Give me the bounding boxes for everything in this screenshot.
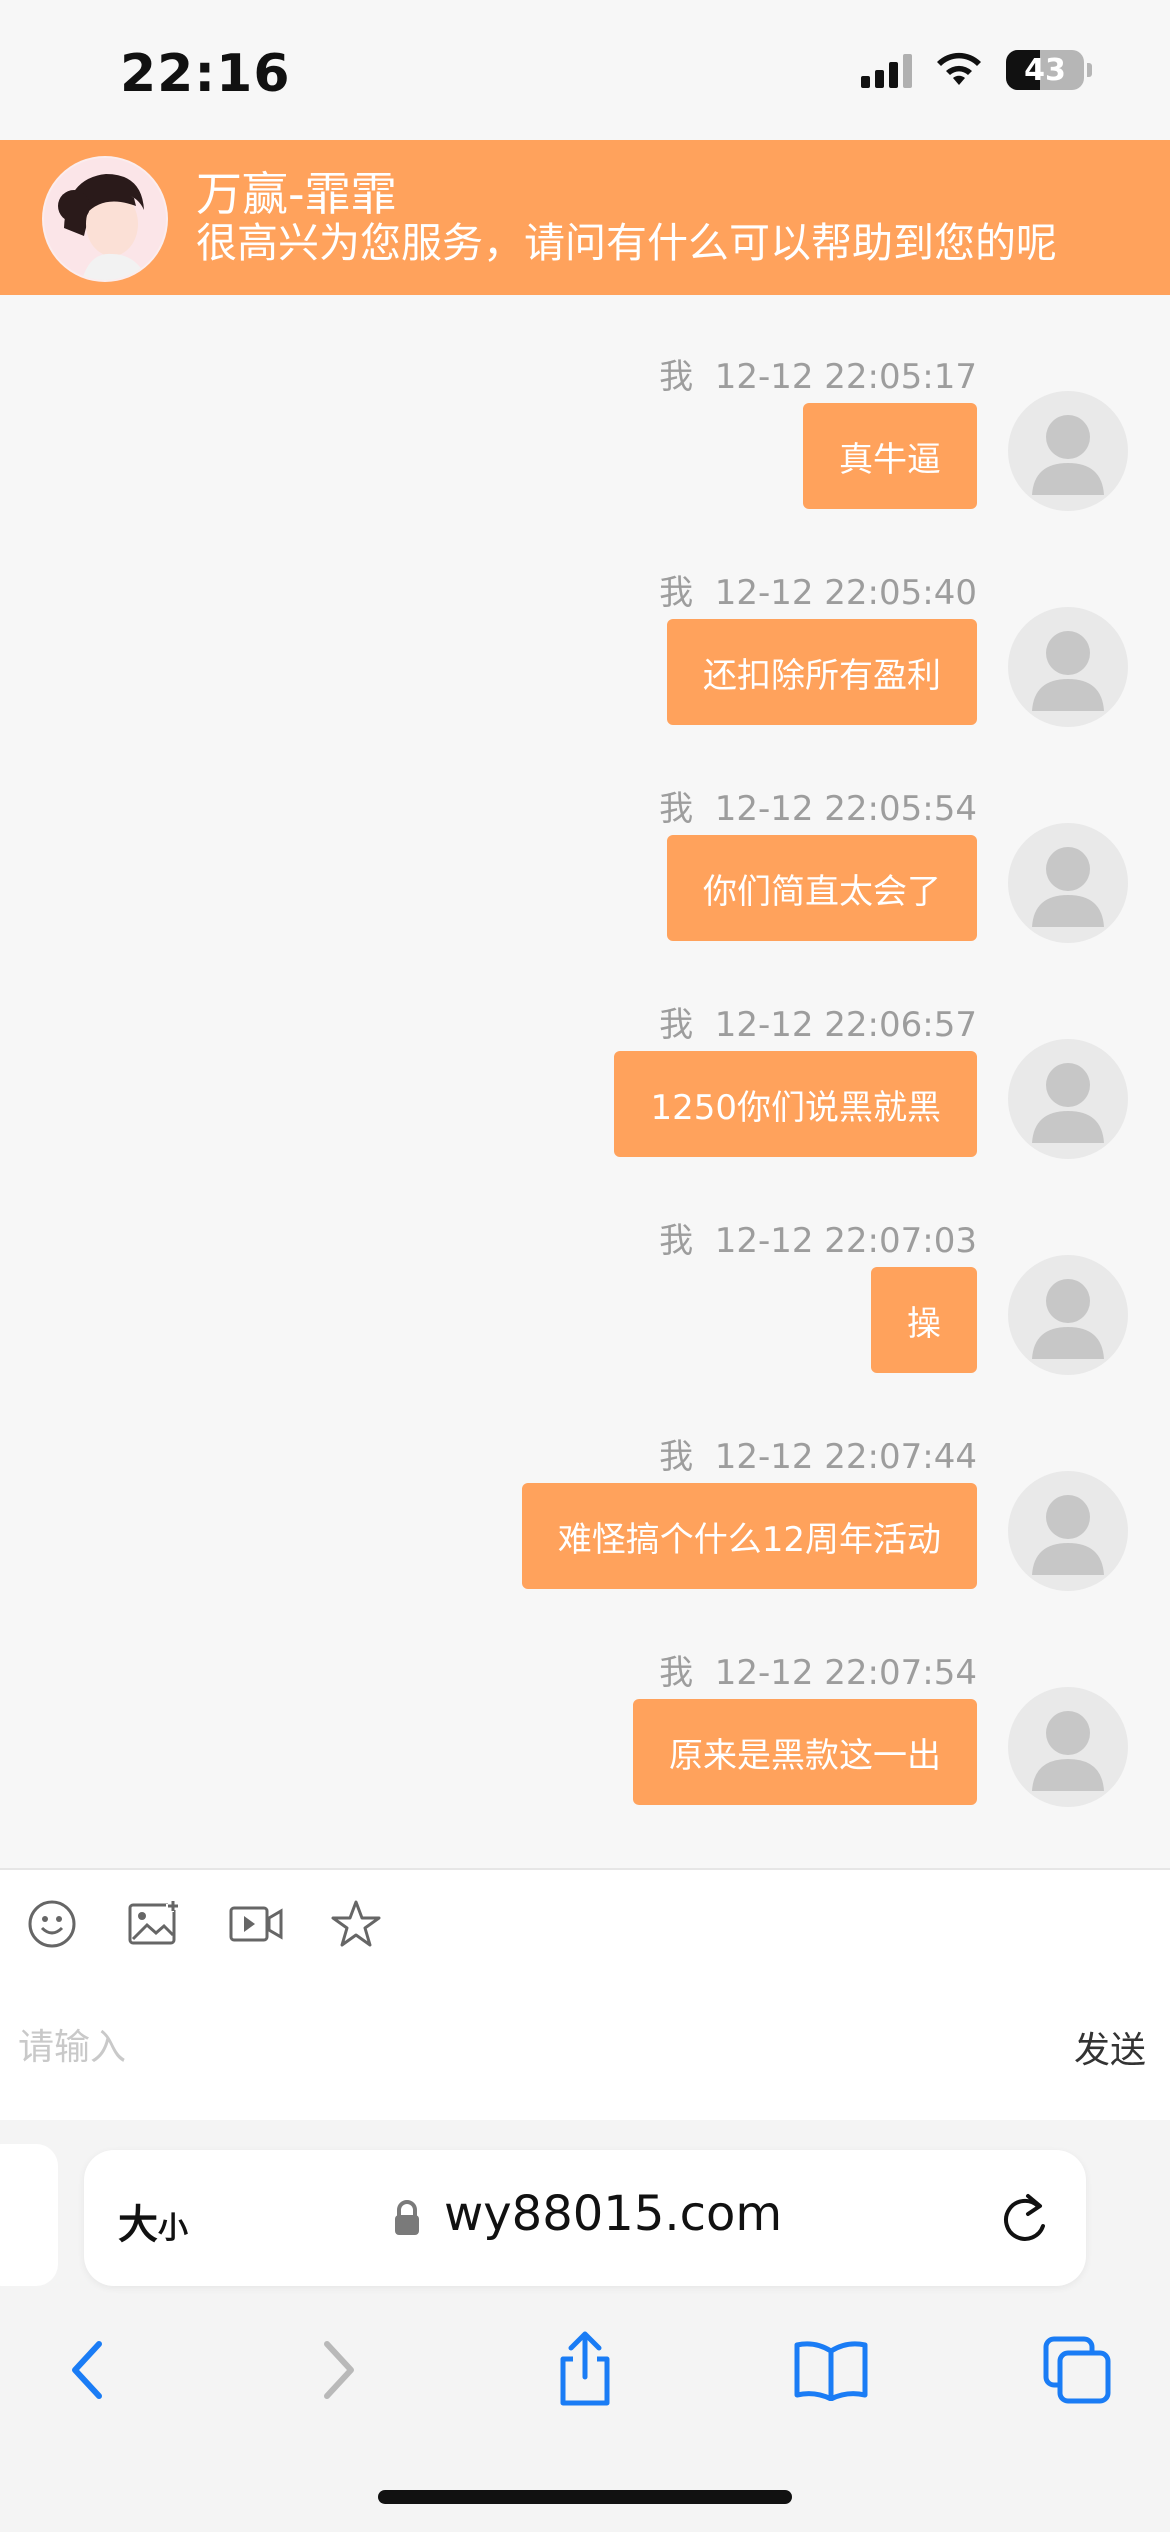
input-toolbar xyxy=(0,1868,1170,1977)
user-avatar-icon xyxy=(1008,1471,1128,1591)
user-avatar-icon xyxy=(1008,823,1128,943)
message-bubble[interactable]: 你们简直太会了 xyxy=(667,835,977,941)
back-icon[interactable] xyxy=(42,2320,132,2420)
message-input[interactable] xyxy=(16,2011,1000,2083)
previous-tab-preview[interactable] xyxy=(0,2144,58,2286)
browser-chrome: 大小 wy88015.com xyxy=(0,2120,1170,2532)
home-indicator[interactable] xyxy=(378,2490,792,2504)
battery-level: 43 xyxy=(1024,52,1066,88)
message-meta: 我 12-12 22:07:03 xyxy=(659,1221,977,1261)
message-item: 我 12-12 22:05:17 真牛逼 xyxy=(0,295,1170,511)
message-meta: 我 12-12 22:06:57 xyxy=(659,1005,977,1045)
agent-name: 万赢-霏霏 xyxy=(196,167,397,221)
message-item: 我 12-12 22:07:44 难怪搞个什么12周年活动 xyxy=(0,1375,1170,1591)
wifi-icon xyxy=(937,52,981,85)
message-item: 我 12-12 22:05:40 还扣除所有盈利 xyxy=(0,511,1170,727)
status-time: 22:16 xyxy=(120,44,291,104)
status-bar: 22:16 43 xyxy=(0,0,1170,140)
message-bubble[interactable]: 原来是黑款这一出 xyxy=(633,1699,977,1805)
forward-icon[interactable] xyxy=(294,2320,384,2420)
url-text[interactable]: wy88015.com xyxy=(444,2186,782,2242)
star-icon[interactable] xyxy=(326,1894,386,1954)
message-meta: 我 12-12 22:07:44 xyxy=(659,1437,977,1477)
chat-header: 万赢-霏霏 很高兴为您服务，请问有什么可以帮助到您的呢 xyxy=(0,140,1170,295)
user-avatar-icon xyxy=(1008,1255,1128,1375)
video-icon[interactable] xyxy=(226,1894,286,1954)
message-meta: 我 12-12 22:07:54 xyxy=(659,1653,977,1693)
image-icon[interactable] xyxy=(124,1894,184,1954)
chat-message-list[interactable]: 我 12-12 22:05:17 真牛逼 我 12-12 22:05:40 还扣… xyxy=(0,295,1170,1868)
message-item: 我 12-12 22:07:54 原来是黑款这一出 xyxy=(0,1591,1170,1807)
cellular-signal-icon xyxy=(861,52,912,88)
message-bubble[interactable]: 真牛逼 xyxy=(803,403,977,509)
text-size-button[interactable]: 大小 xyxy=(118,2192,188,2250)
user-avatar-icon xyxy=(1008,607,1128,727)
message-meta: 我 12-12 22:05:54 xyxy=(659,789,977,829)
address-bar[interactable]: 大小 wy88015.com xyxy=(84,2150,1086,2286)
status-icons: 43 xyxy=(861,50,1092,90)
message-item: 我 12-12 22:05:54 你们简直太会了 xyxy=(0,727,1170,943)
bookmarks-icon[interactable] xyxy=(786,2320,876,2420)
message-bubble[interactable]: 难怪搞个什么12周年活动 xyxy=(521,1483,977,1589)
share-icon[interactable] xyxy=(540,2320,630,2420)
send-button[interactable]: 发送 xyxy=(1074,2021,1146,2073)
message-input-bar: 发送 xyxy=(0,1975,1170,2122)
message-meta: 我 12-12 22:05:40 xyxy=(659,573,977,613)
message-item: 我 12-12 22:06:57 1250你们说黑就黑 xyxy=(0,943,1170,1159)
emoji-icon[interactable] xyxy=(22,1894,82,1954)
browser-toolbar xyxy=(0,2320,1170,2430)
user-avatar-icon xyxy=(1008,391,1128,511)
message-item: 我 12-12 22:07:03 操 xyxy=(0,1159,1170,1375)
battery-icon: 43 xyxy=(1006,50,1084,90)
message-bubble[interactable]: 还扣除所有盈利 xyxy=(667,619,977,725)
message-meta: 我 12-12 22:05:17 xyxy=(659,357,977,397)
message-bubble[interactable]: 操 xyxy=(871,1267,977,1373)
user-avatar-icon xyxy=(1008,1687,1128,1807)
lock-icon xyxy=(395,2200,419,2235)
agent-avatar[interactable] xyxy=(42,156,168,282)
tabs-icon[interactable] xyxy=(1032,2320,1122,2420)
user-avatar-icon xyxy=(1008,1039,1128,1159)
message-bubble[interactable]: 1250你们说黑就黑 xyxy=(614,1051,977,1157)
reload-icon[interactable] xyxy=(998,2190,1052,2246)
agent-greeting: 很高兴为您服务，请问有什么可以帮助到您的呢 xyxy=(196,219,1057,267)
